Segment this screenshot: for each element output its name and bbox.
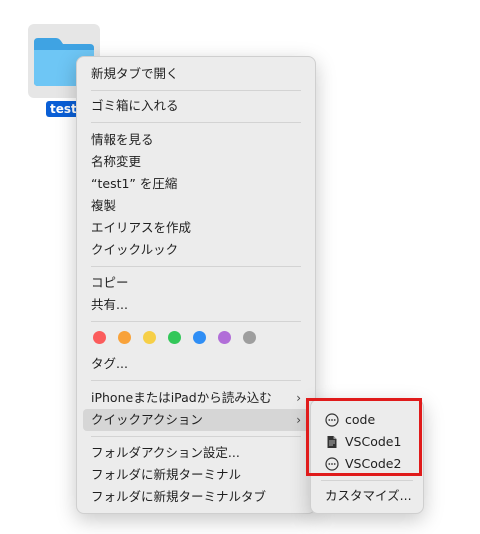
submenu-item-vscode1[interactable]: VSCode1 [319, 431, 417, 453]
tag-red-dot[interactable] [93, 331, 106, 344]
chevron-right-icon: › [296, 413, 301, 427]
menu-item-make-alias[interactable]: エイリアスを作成 [83, 217, 309, 239]
tag-orange-dot[interactable] [118, 331, 131, 344]
ellipsis-circle-icon [325, 413, 339, 427]
menu-item-open-new-tab[interactable]: 新規タブで開く [83, 63, 309, 85]
menu-item-move-to-trash[interactable]: ゴミ箱に入れる [83, 95, 309, 117]
tag-yellow-dot[interactable] [143, 331, 156, 344]
submenu-item-label: VSCode2 [345, 456, 402, 471]
menu-item-tags[interactable]: タグ... [83, 353, 309, 375]
menu-item-label: クイックアクション [91, 412, 203, 427]
tag-purple-dot[interactable] [218, 331, 231, 344]
submenu-item-label: code [345, 412, 376, 427]
menu-item-new-terminal[interactable]: フォルダに新規ターミナル [83, 464, 309, 486]
menu-item-get-info[interactable]: 情報を見る [83, 129, 309, 151]
menu-item-import-from-iphone[interactable]: iPhoneまたはiPadから読み込む › [83, 387, 309, 409]
menu-item-rename[interactable]: 名称変更 [83, 151, 309, 173]
menu-separator [91, 380, 301, 381]
chevron-right-icon: › [296, 391, 301, 405]
menu-item-quick-actions[interactable]: クイックアクション › [83, 409, 309, 431]
menu-separator [91, 321, 301, 322]
submenu-item-vscode2[interactable]: VSCode2 [319, 453, 417, 475]
tag-blue-dot[interactable] [193, 331, 206, 344]
menu-separator [91, 122, 301, 123]
menu-item-quick-look[interactable]: クイックルック [83, 239, 309, 261]
submenu-item-label: VSCode1 [345, 434, 402, 449]
menu-item-label: iPhoneまたはiPadから読み込む [91, 390, 272, 405]
context-menu: 新規タブで開く ゴミ箱に入れる 情報を見る 名称変更 “test1” を圧縮 複… [76, 56, 316, 514]
menu-item-compress[interactable]: “test1” を圧縮 [83, 173, 309, 195]
tag-gray-dot[interactable] [243, 331, 256, 344]
submenu-item-code[interactable]: code [319, 409, 417, 431]
ellipsis-circle-icon [325, 457, 339, 471]
menu-item-copy[interactable]: コピー [83, 272, 309, 294]
menu-item-new-terminal-tab[interactable]: フォルダに新規ターミナルタブ [83, 486, 309, 508]
menu-item-folder-actions-setup[interactable]: フォルダアクション設定... [83, 442, 309, 464]
submenu-separator [321, 480, 413, 481]
submenu-item-customize[interactable]: カスタマイズ... [319, 485, 417, 507]
menu-item-duplicate[interactable]: 複製 [83, 195, 309, 217]
document-icon [327, 436, 337, 448]
menu-separator [91, 436, 301, 437]
quick-actions-submenu: code VSCode1 VSCode2 カスタマイズ... [310, 399, 424, 514]
menu-item-share[interactable]: 共有... [83, 294, 309, 316]
menu-separator [91, 266, 301, 267]
menu-separator [91, 90, 301, 91]
tag-green-dot[interactable] [168, 331, 181, 344]
